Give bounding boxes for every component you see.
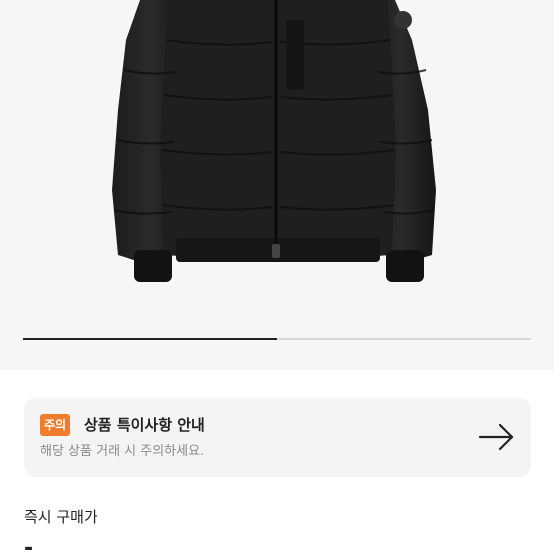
jacket-image (112, 0, 436, 282)
gallery-progress-bar (23, 338, 531, 340)
instant-buy-price-label: 즉시 구매가 (24, 508, 98, 526)
gallery-progress-fill (23, 338, 277, 340)
notice-subtitle: 해당 상품 거래 시 주의하세요. (40, 444, 205, 459)
arrow-right-icon[interactable] (478, 422, 516, 452)
instant-buy-price-value: - (24, 536, 34, 554)
product-image[interactable] (0, 0, 554, 370)
product-notice-card[interactable]: 주의 상품 특이사항 안내 해당 상품 거래 시 주의하세요. (24, 398, 531, 477)
notice-title: 상품 특이사항 안내 (84, 416, 205, 434)
caution-badge: 주의 (40, 414, 71, 436)
